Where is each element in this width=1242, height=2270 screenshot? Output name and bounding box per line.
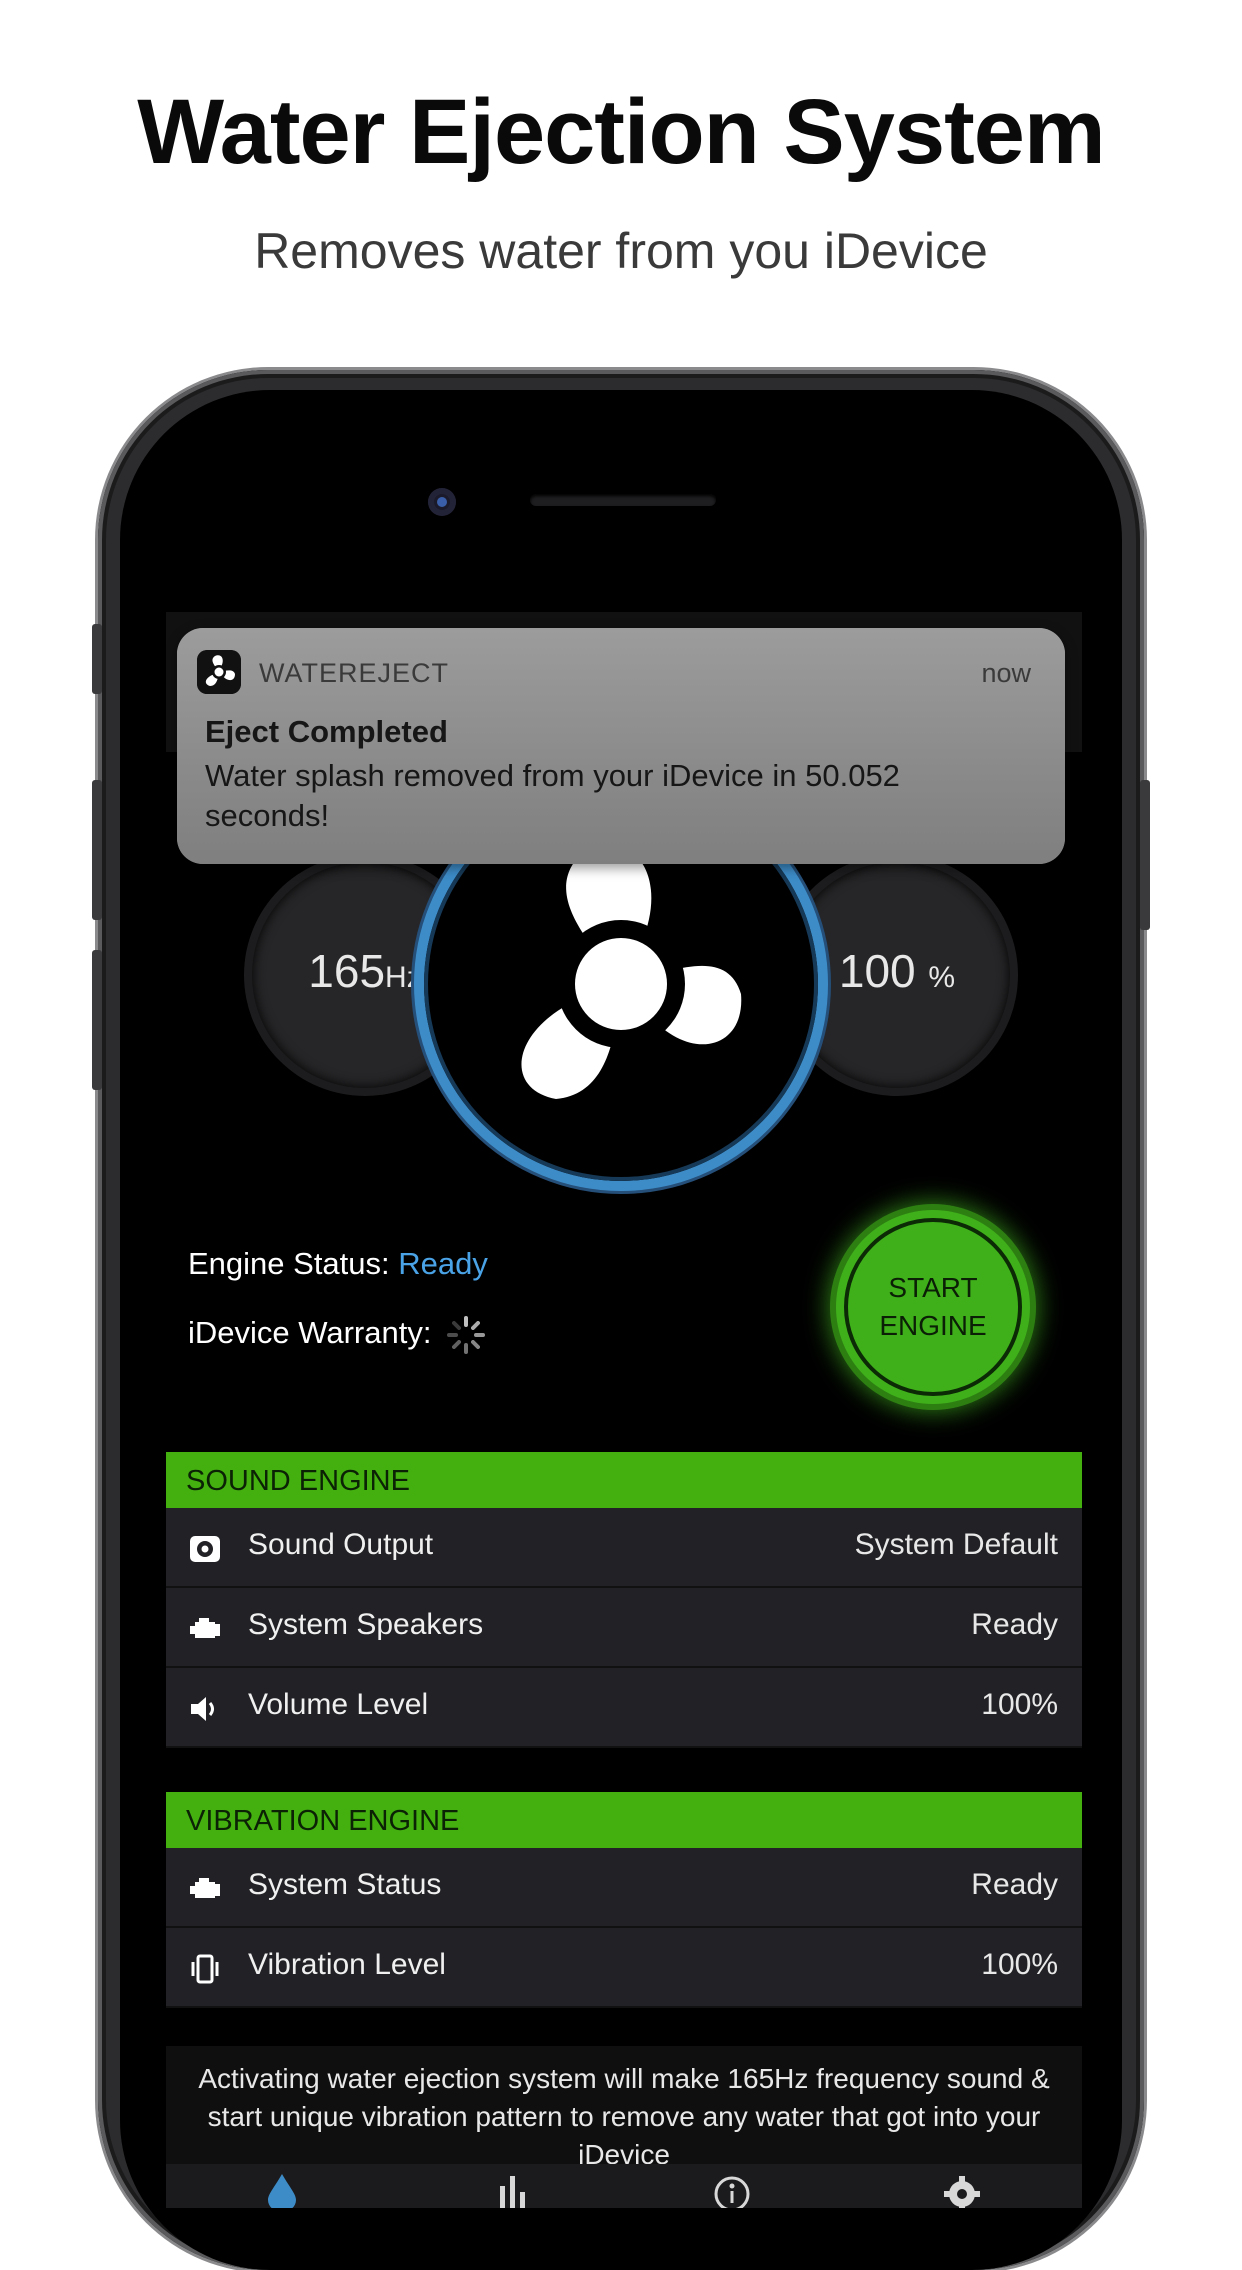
- start-engine-label: START ENGINE: [844, 1218, 1022, 1396]
- level-unit: %: [928, 961, 956, 994]
- row-value: System Default: [854, 1528, 1058, 1561]
- system-status-row[interactable]: System Status Ready: [166, 1848, 1082, 1928]
- row-label: System Status: [248, 1868, 442, 1901]
- vibration-engine-header: VIBRATION ENGINE: [166, 1792, 1082, 1848]
- level-gauge: 100 %: [784, 862, 1010, 1088]
- sound-output-row[interactable]: Sound Output System Default: [166, 1508, 1082, 1588]
- row-value: Ready: [971, 1608, 1058, 1641]
- promo-subheadline: Removes water from you iDevice: [254, 223, 988, 279]
- promo-headline: Water Ejection System: [137, 81, 1105, 183]
- engine-icon: [190, 1618, 220, 1638]
- sound-engine-header: SOUND ENGINE: [166, 1452, 1082, 1508]
- row-value: 100%: [981, 1948, 1058, 1981]
- info-icon[interactable]: [712, 2172, 752, 2208]
- loading-spinner-icon: [447, 1316, 486, 1354]
- gear-icon[interactable]: [942, 2172, 982, 2208]
- engine-icon: [190, 1878, 220, 1898]
- phone-mute-switch: [92, 624, 102, 694]
- notification-body: Water splash removed from your iDevice i…: [205, 758, 900, 833]
- water-drop-icon[interactable]: [262, 2172, 302, 2208]
- row-label: Volume Level: [248, 1688, 429, 1721]
- warranty-status-line: iDevice Warranty:: [188, 1315, 486, 1355]
- volume-level-row[interactable]: Volume Level 100%: [166, 1668, 1082, 1748]
- frequency-unit: Hz: [385, 961, 422, 994]
- start-label-line1: START: [888, 1272, 978, 1303]
- front-camera: [428, 488, 456, 516]
- system-speakers-row[interactable]: System Speakers Ready: [166, 1588, 1082, 1668]
- warranty-label: iDevice Warranty:: [188, 1315, 432, 1351]
- phone-volume-up: [92, 780, 102, 920]
- frequency-value: 165: [308, 945, 386, 997]
- engine-status-line: Engine Status: Ready: [188, 1246, 488, 1282]
- level-value: 100: [838, 945, 916, 997]
- vibration-icon: [191, 1954, 219, 1984]
- start-label-line2: ENGINE: [879, 1310, 987, 1341]
- fan-icon: [521, 845, 742, 1099]
- phone-volume-down: [92, 950, 102, 1090]
- start-engine-button[interactable]: START ENGINE: [836, 1210, 1030, 1404]
- engine-status-label: Engine Status:: [188, 1246, 390, 1281]
- tab-bar: [166, 2164, 1082, 2208]
- engine-status-value: Ready: [398, 1246, 488, 1281]
- row-value: Ready: [971, 1868, 1058, 1901]
- volume-icon: [191, 1697, 214, 1721]
- vibration-level-row[interactable]: Vibration Level 100%: [166, 1928, 1082, 2008]
- notification-time: now: [981, 658, 1031, 688]
- row-label: Sound Output: [248, 1528, 434, 1561]
- earpiece-speaker: [530, 494, 716, 506]
- notification-banner[interactable]: WATEREJECT now Eject Completed Water spl…: [177, 628, 1065, 864]
- speaker-output-icon: [190, 1536, 220, 1562]
- phone-power-button: [1140, 780, 1150, 930]
- row-value: 100%: [981, 1688, 1058, 1721]
- equalizer-icon[interactable]: [492, 2172, 532, 2208]
- app-fan-icon: [197, 650, 241, 694]
- notification-title: Eject Completed: [205, 714, 448, 749]
- row-label: System Speakers: [248, 1608, 484, 1641]
- notification-app-name: WATEREJECT: [259, 658, 449, 688]
- footer-description: Activating water ejection system will ma…: [198, 2063, 1050, 2170]
- row-label: Vibration Level: [248, 1948, 446, 1981]
